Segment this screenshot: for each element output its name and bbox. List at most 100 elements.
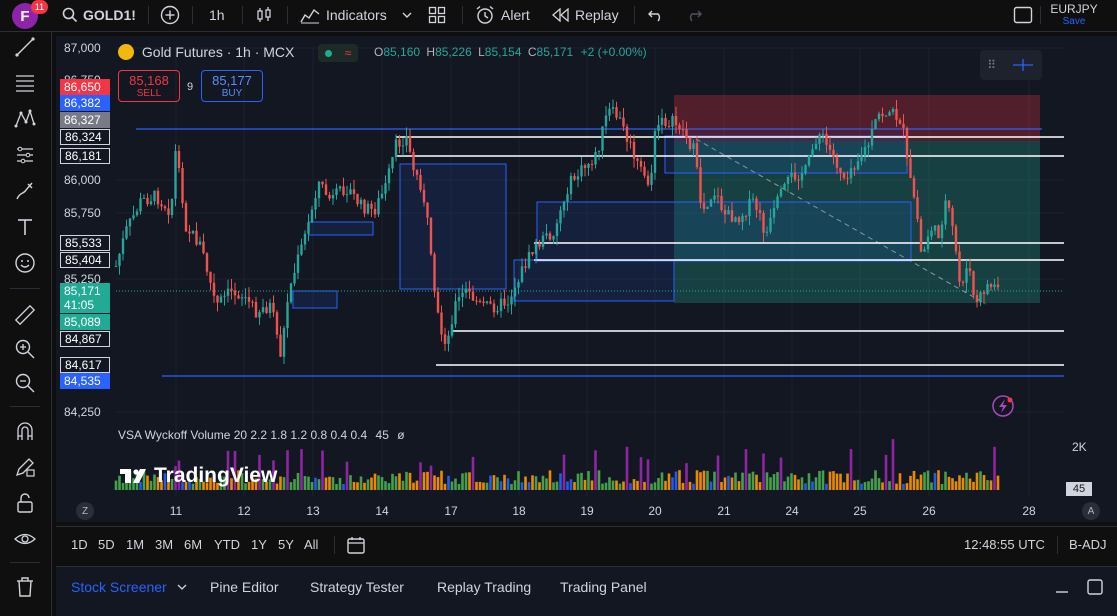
range-1y[interactable]: 1Y (251, 537, 267, 552)
tab-stock-screener[interactable]: Stock Screener (71, 579, 187, 595)
legend-toggle[interactable]: ≈ (318, 44, 358, 62)
compare-symbol-button[interactable] (160, 0, 180, 30)
volume-bar (279, 476, 282, 490)
brush-icon (16, 182, 33, 200)
alert-button[interactable]: Alert (475, 0, 530, 30)
adjustment-toggle[interactable]: B-ADJ (1069, 537, 1107, 552)
auto-scale-a-button[interactable]: A (1082, 502, 1100, 520)
candle-body (300, 244, 303, 255)
candle-body (328, 194, 331, 199)
ruler-tool[interactable] (10, 300, 40, 330)
clock[interactable]: 12:48:55 UTC (964, 537, 1045, 552)
volume-bar (667, 473, 671, 490)
candle-body (499, 298, 503, 312)
volume-bar (324, 477, 328, 490)
tab-strategy-tester[interactable]: Strategy Tester (310, 579, 404, 595)
go-to-date-button[interactable] (346, 535, 366, 560)
emoji-tool[interactable] (10, 248, 40, 278)
volume-bar (856, 479, 860, 490)
candle-body (468, 288, 471, 292)
indicators-button[interactable]: Indicators (300, 0, 413, 30)
hide-drawings-tool[interactable] (10, 524, 40, 554)
buy-button[interactable]: 85,177 BUY (201, 70, 263, 102)
volume-bar (625, 446, 629, 490)
candle-body (478, 301, 482, 303)
candle-body (755, 198, 758, 211)
candle-body (891, 108, 895, 113)
candle-body (450, 324, 454, 336)
volume-bar (433, 475, 436, 490)
undo-button[interactable] (647, 0, 665, 30)
magnet-tool[interactable] (10, 416, 40, 446)
candle-body (657, 124, 660, 131)
lightning-marker[interactable] (992, 395, 1014, 417)
tab-replay-trading[interactable]: Replay Trading (437, 579, 531, 595)
volume-bar (604, 482, 608, 490)
candle-body (233, 290, 237, 296)
tab-pine-editor[interactable]: Pine Editor (210, 579, 278, 595)
redo-button[interactable] (685, 0, 703, 30)
chart-type-button[interactable] (255, 0, 273, 30)
price-axis[interactable]: 87,000 86,750 86,000 85,750 85,250 84,25… (56, 36, 114, 496)
interval-button[interactable]: 1h (209, 0, 225, 30)
brush-tool[interactable] (10, 176, 40, 206)
volume-bar (692, 483, 695, 490)
replay-button[interactable]: Replay (552, 0, 619, 30)
range-1d[interactable]: 1D (71, 537, 88, 552)
candle-body (170, 198, 174, 216)
volume-bar (349, 475, 352, 490)
volume-bar (415, 480, 419, 490)
chart-pane[interactable]: Gold Futures · 1h · MCX ≈ O85,160 H85,22… (56, 36, 1117, 522)
range-5y[interactable]: 5Y (278, 537, 294, 552)
stop-loss-zone[interactable] (674, 95, 1040, 141)
range-6m[interactable]: 6M (184, 537, 202, 552)
zoom-in-tool[interactable] (10, 334, 40, 364)
candle-body (923, 249, 926, 252)
indicator-null: ø (397, 428, 405, 442)
text-tool[interactable] (10, 212, 40, 242)
zoom-out-tool[interactable] (10, 368, 40, 398)
candle-body (524, 266, 527, 268)
candle-body (545, 233, 548, 236)
fib-tool[interactable] (10, 68, 40, 98)
layouts-button[interactable] (428, 0, 446, 30)
symbol-search-button[interactable]: GOLD1! (62, 0, 136, 30)
range-5d[interactable]: 5D (98, 537, 115, 552)
drawing-object-toolbar[interactable]: ⠿ (980, 50, 1042, 80)
range-all[interactable]: All (304, 537, 318, 552)
minimize-panel-button[interactable] (1054, 579, 1070, 600)
indicator-legend[interactable]: VSA Wyckoff Volume 20 2.2 1.8 1.2 0.8 0.… (118, 428, 405, 442)
maximize-panel-button[interactable] (1086, 578, 1104, 601)
forecast-tool[interactable] (10, 140, 40, 170)
volume-bar (342, 483, 345, 490)
sell-button[interactable]: 85,168 SELL (118, 70, 180, 102)
volume-bar (615, 480, 618, 490)
layout-save-button[interactable]: EURJPY Save (1050, 2, 1098, 27)
fullscreen-button[interactable] (1013, 0, 1033, 30)
candle-body (331, 195, 335, 199)
tab-trading-panel[interactable]: Trading Panel (560, 579, 647, 595)
price-chart[interactable] (56, 36, 1117, 522)
candle-body (996, 284, 1000, 288)
drag-handle-icon[interactable]: ⠿ (987, 58, 996, 72)
candle-body (349, 189, 352, 195)
lock-drawings-tool[interactable] (10, 488, 40, 518)
eye-icon (14, 533, 36, 545)
plus-circle-icon (160, 5, 180, 25)
toolbar-divider (10, 406, 40, 407)
volume-bar (923, 472, 926, 490)
crosshair-icon[interactable] (1011, 57, 1035, 73)
time-tick: 20 (648, 504, 662, 518)
range-ytd[interactable]: YTD (214, 537, 240, 552)
symbol-legend[interactable]: Gold Futures · 1h · MCX (118, 44, 294, 60)
volume-bar (366, 479, 370, 490)
stay-drawing-tool[interactable] (10, 452, 40, 482)
trend-line-tool[interactable] (10, 32, 40, 62)
pattern-tool[interactable] (10, 104, 40, 134)
auto-scale-z-button[interactable]: Z (76, 502, 94, 520)
range-1m[interactable]: 1M (126, 537, 144, 552)
volume-bar (534, 476, 538, 490)
candle-body (534, 243, 538, 255)
range-3m[interactable]: 3M (155, 537, 173, 552)
remove-drawings-tool[interactable] (10, 572, 40, 602)
